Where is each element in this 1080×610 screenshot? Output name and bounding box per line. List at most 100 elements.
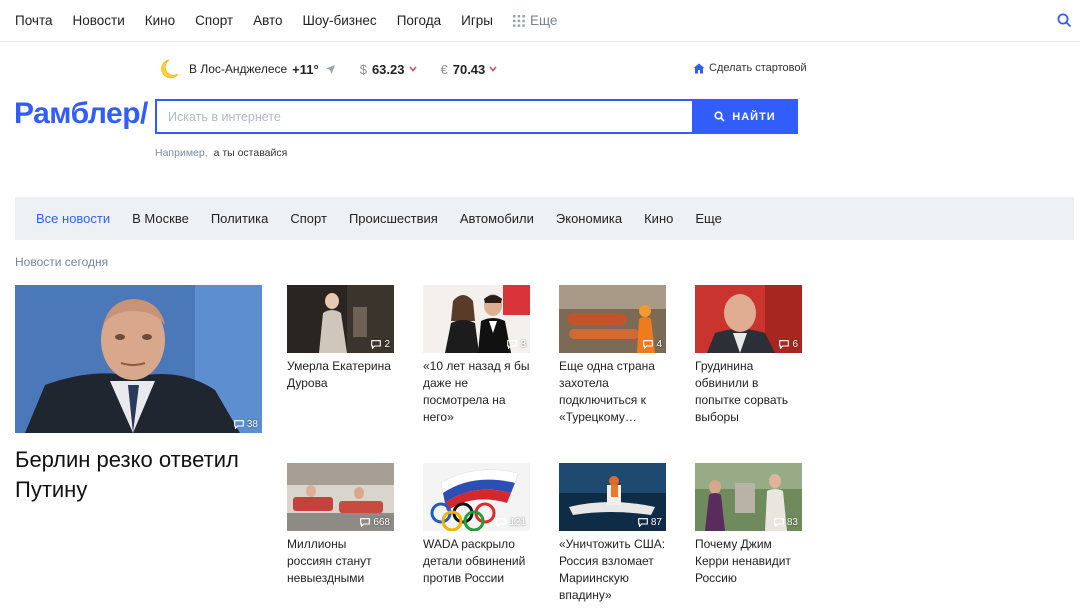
comments-badge: 4 (643, 339, 662, 350)
news-card[interactable]: 4 Еще одна страна захотела подключиться … (559, 285, 666, 426)
make-startpage-link[interactable]: Сделать стартовой (693, 62, 807, 74)
tab-economy[interactable]: Экономика (556, 211, 622, 226)
news-card[interactable]: 3 «10 лет назад я бы даже не посмотрела … (423, 285, 530, 426)
news-caption[interactable]: «Уничтожить США: Россия взломает Мариинс… (559, 536, 666, 604)
top-search-icon[interactable] (1057, 13, 1072, 33)
search-button[interactable]: НАЙТИ (692, 99, 798, 134)
rambler-logo[interactable]: Рамблер/ (14, 97, 148, 131)
news-thumbnail[interactable]: 3 (423, 285, 530, 353)
news-card[interactable]: 6 Грудинина обвинили в попытке сорвать в… (695, 285, 802, 426)
search-example-link[interactable]: а ты оставайся (214, 147, 288, 159)
comments-badge: 83 (774, 517, 798, 528)
search-form: НАЙТИ (155, 99, 798, 134)
news-card[interactable]: 2 Умерла Екатерина Дурова (287, 285, 394, 392)
eur-symbol: € (440, 61, 448, 77)
search-example-label: Например, (155, 147, 208, 159)
news-caption[interactable]: Миллионы россиян станут невыездными (287, 536, 394, 587)
comment-icon (234, 420, 244, 429)
usd-rate[interactable]: $ 63.23 (360, 62, 417, 77)
comments-badge: 87 (638, 517, 662, 528)
topnav-auto[interactable]: Авто (253, 13, 282, 29)
news-caption[interactable]: WADA раскрыло детали обвинений против Ро… (423, 536, 530, 587)
top-bar: Почта Новости Кино Спорт Авто Шоу-бизнес… (0, 0, 1080, 42)
news-thumbnail[interactable]: 6 (695, 285, 802, 353)
main-news-image[interactable]: 38 (15, 285, 262, 433)
news-card[interactable]: 121 WADA раскрыло детали обвинений проти… (423, 463, 530, 587)
make-startpage-label: Сделать стартовой (709, 62, 807, 74)
location-arrow-icon (325, 64, 335, 74)
weather-temp: +11° (292, 61, 319, 77)
grid-icon (512, 15, 525, 27)
news-caption[interactable]: Умерла Екатерина Дурова (287, 358, 394, 392)
weather-widget[interactable]: В Лос-Анджелесе +11° (160, 58, 336, 80)
comment-icon (496, 518, 507, 527)
topnav-more-label: Еще (529, 13, 558, 28)
main-news-title[interactable]: Берлин резко ответил Путину (15, 445, 262, 505)
tab-sport[interactable]: Спорт (290, 211, 327, 226)
comments-count: 87 (650, 517, 662, 528)
news-card[interactable]: 668 Миллионы россиян станут невыездными (287, 463, 394, 587)
tab-moscow[interactable]: В Москве (132, 211, 189, 226)
tab-more[interactable]: Еще (695, 211, 721, 226)
tab-all-news[interactable]: Все новости (36, 211, 110, 226)
search-input[interactable] (155, 99, 692, 134)
news-thumbnail[interactable]: 87 (559, 463, 666, 531)
comments-count: 6 (792, 339, 798, 350)
news-thumbnail[interactable]: 121 (423, 463, 530, 531)
topnav-showbiz[interactable]: Шоу-бизнес (303, 13, 377, 29)
comments-count: 668 (373, 517, 390, 528)
usd-symbol: $ (359, 61, 367, 77)
tab-politics[interactable]: Политика (211, 211, 269, 226)
comments-badge: 6 (779, 339, 798, 350)
news-caption[interactable]: Грудинина обвинили в попытке сорвать выб… (695, 358, 802, 426)
top-nav: Почта Новости Кино Спорт Авто Шоу-бизнес… (15, 13, 577, 29)
comments-badge: 38 (234, 419, 258, 430)
comments-count: 121 (509, 517, 526, 528)
topnav-cinema[interactable]: Кино (145, 13, 175, 29)
moon-icon (161, 59, 179, 79)
news-caption[interactable]: Еще одна страна захотела подключиться к … (559, 358, 666, 426)
topnav-mail[interactable]: Почта (15, 13, 53, 29)
home-icon (693, 63, 705, 73)
comment-icon (779, 340, 790, 349)
news-card[interactable]: 87 «Уничтожить США: Россия взломает Мари… (559, 463, 666, 604)
topnav-sport[interactable]: Спорт (195, 13, 233, 29)
comment-icon (774, 518, 784, 527)
comments-badge: 668 (360, 517, 390, 528)
news-caption[interactable]: Почему Джим Керри ненавидит Россию (695, 536, 802, 587)
comments-badge: 3 (507, 339, 526, 350)
news-caption[interactable]: «10 лет назад я бы даже не посмотрела на… (423, 358, 530, 426)
comments-count: 3 (520, 339, 526, 350)
main-news[interactable]: 38 Берлин резко ответил Путину (15, 285, 262, 505)
news-categories: Все новости В Москве Политика Спорт Прои… (15, 197, 1074, 240)
down-arrow-icon (408, 66, 417, 72)
comment-icon (371, 340, 382, 349)
news-thumbnail[interactable]: 83 (695, 463, 802, 531)
info-row: В Лос-Анджелесе +11° $ 63.23 € 70.43 (160, 58, 497, 80)
topnav-games[interactable]: Игры (461, 13, 493, 29)
comments-badge: 2 (371, 339, 390, 350)
news-thumbnail[interactable]: 4 (559, 285, 666, 353)
down-arrow-icon (489, 66, 497, 72)
tab-incidents[interactable]: Происшествия (349, 211, 438, 226)
comments-count: 38 (246, 419, 258, 430)
eur-rate[interactable]: € 70.43 (441, 62, 498, 77)
topnav-news[interactable]: Новости (73, 13, 125, 29)
weather-city: В Лос-Анджелесе (189, 62, 288, 76)
portrait-photo (15, 285, 262, 433)
topnav-weather[interactable]: Погода (397, 13, 441, 29)
usd-value: 63.23 (371, 61, 405, 77)
comment-icon (638, 518, 648, 527)
comment-icon (360, 518, 371, 527)
news-thumbnail[interactable]: 2 (287, 285, 394, 353)
eur-value: 70.43 (452, 61, 486, 77)
tab-cars[interactable]: Автомобили (460, 211, 534, 226)
tab-cinema[interactable]: Кино (644, 211, 673, 226)
search-example: Например, а ты оставайся (155, 147, 287, 159)
news-card[interactable]: 83 Почему Джим Керри ненавидит Россию (695, 463, 802, 587)
search-button-label: НАЙТИ (732, 110, 776, 123)
search-icon (714, 111, 725, 122)
news-thumbnail[interactable]: 668 (287, 463, 394, 531)
topnav-more[interactable]: Еще (512, 13, 558, 29)
comments-badge: 121 (496, 517, 526, 528)
